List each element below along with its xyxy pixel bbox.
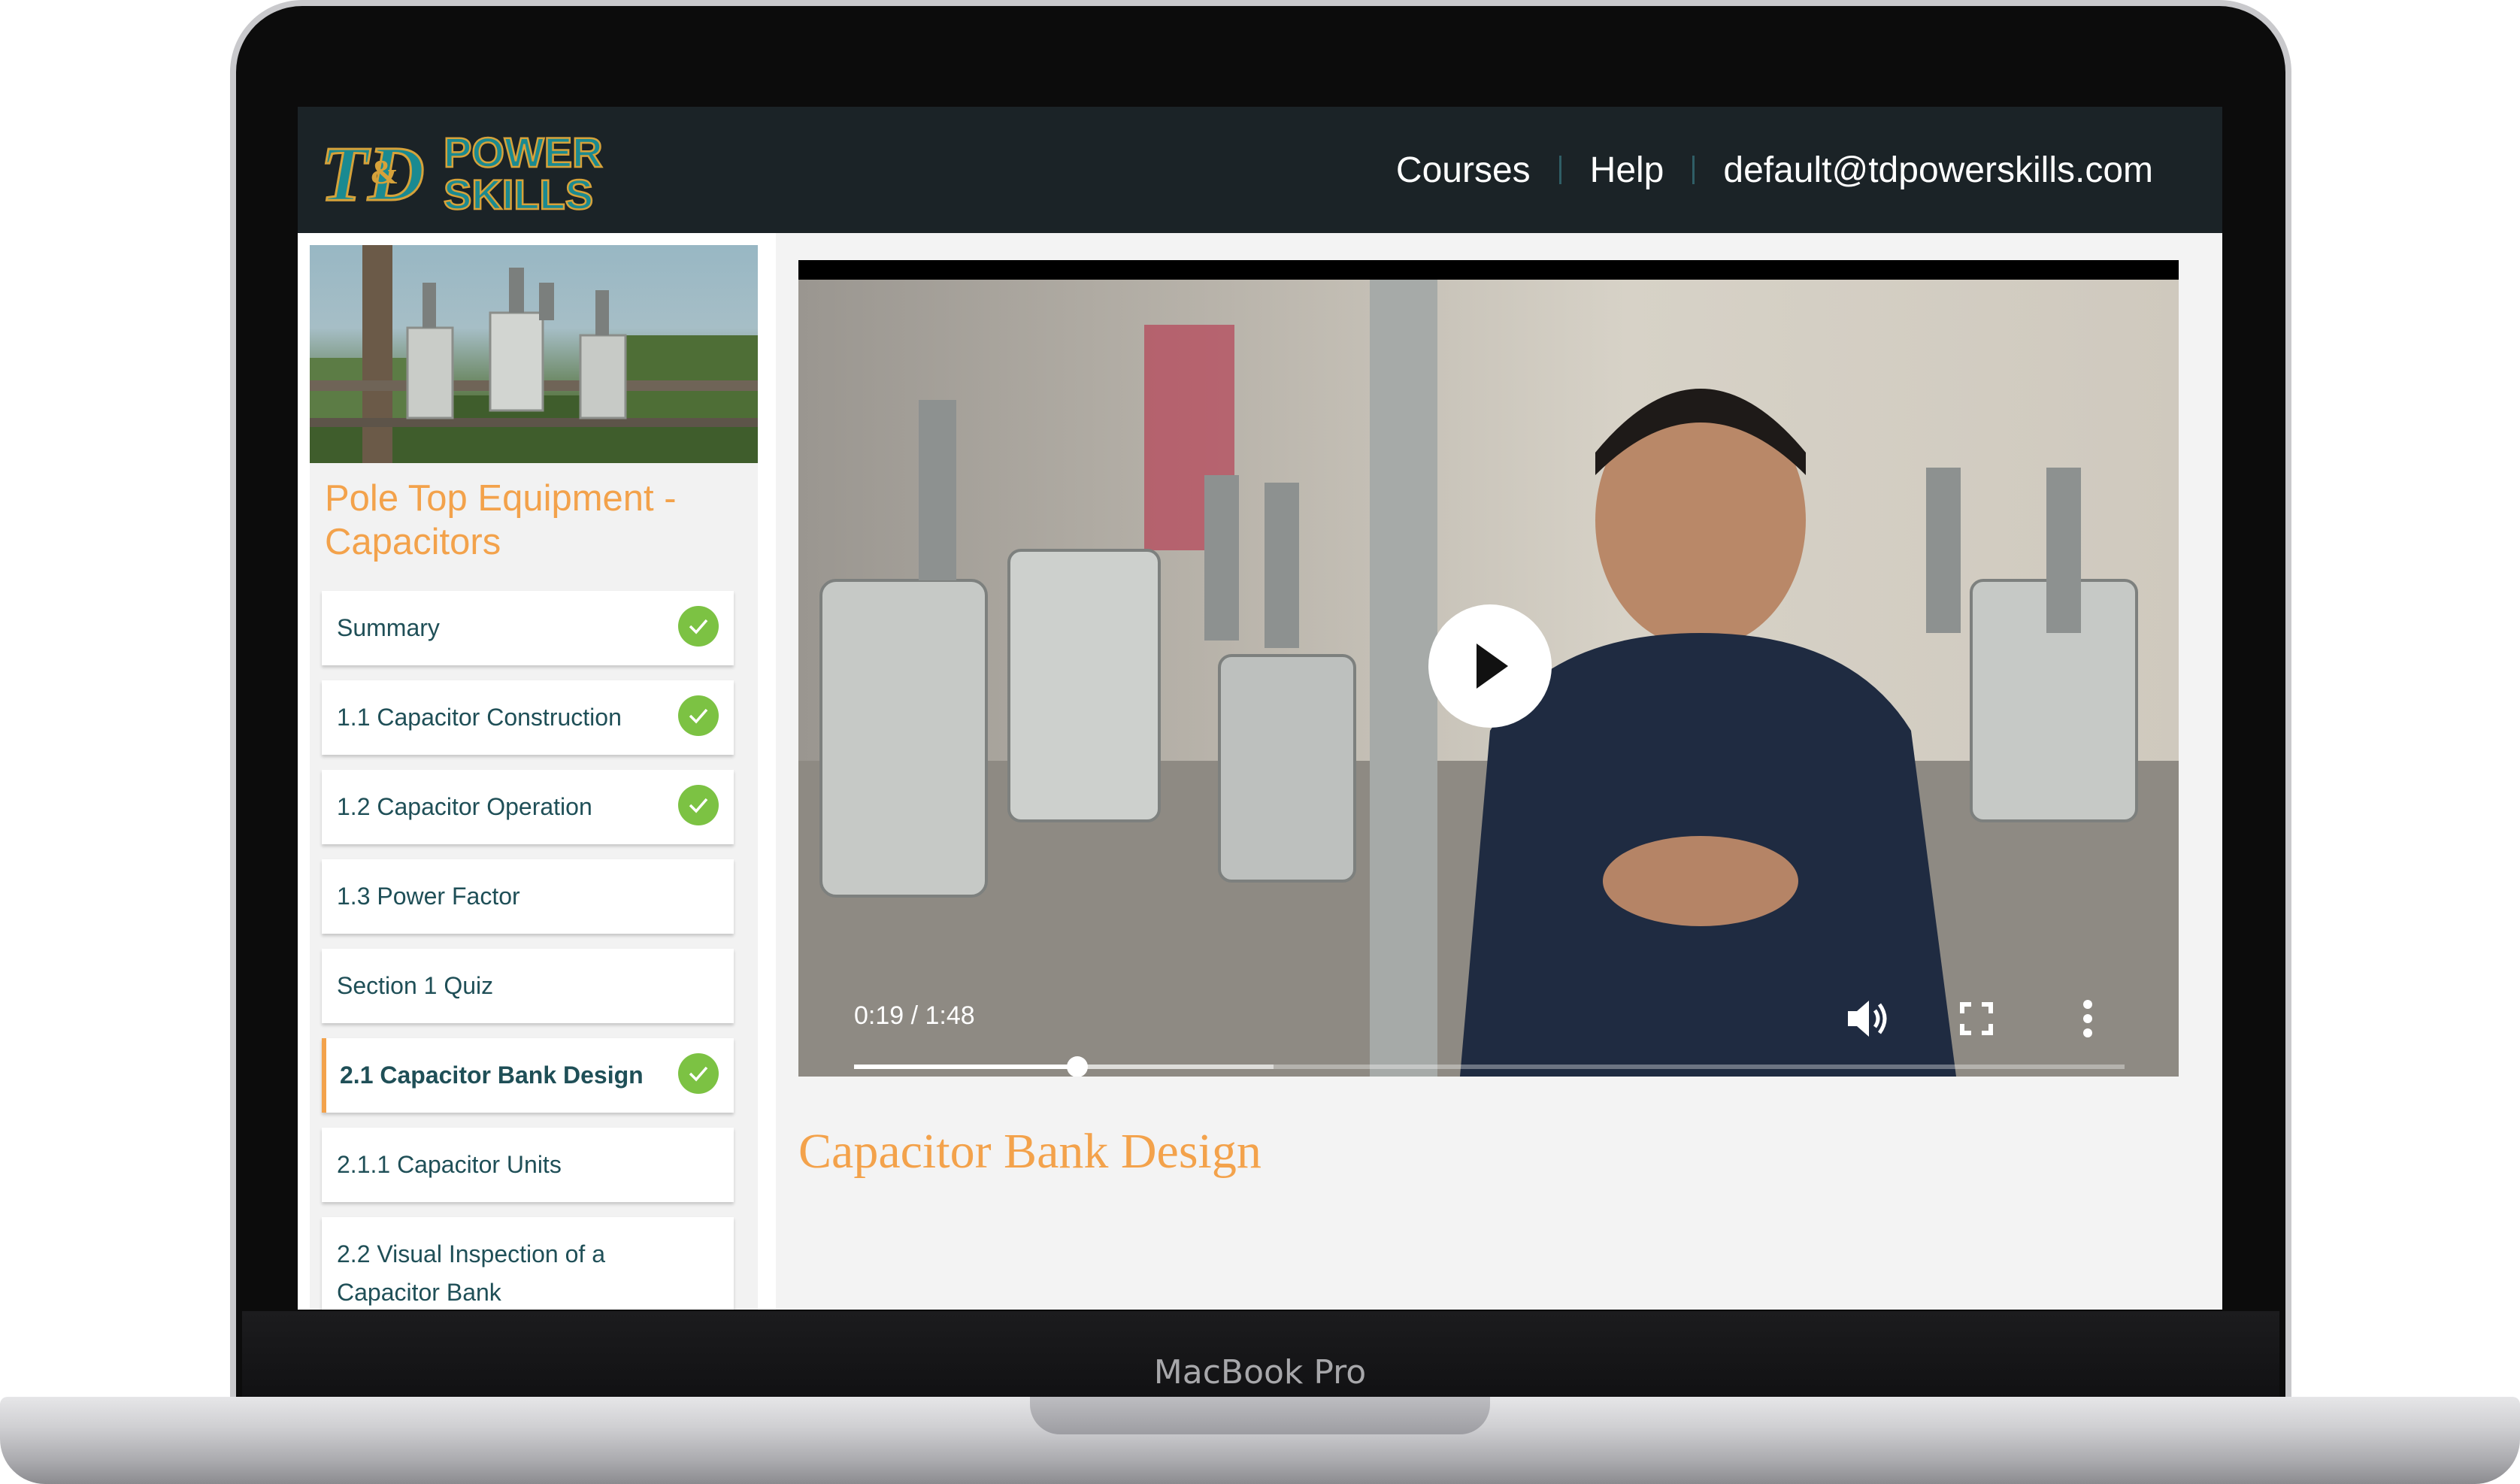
- volume-icon[interactable]: [1840, 992, 1893, 1045]
- laptop-notch: [1030, 1397, 1490, 1434]
- nav-help-link[interactable]: Help: [1590, 150, 1664, 191]
- sidebar-divider: [770, 233, 776, 1310]
- course-thumbnail-image: [310, 245, 758, 463]
- nav-divider: [1558, 156, 1561, 184]
- lesson-item[interactable]: Summary: [322, 591, 734, 665]
- screen: TD & POWER SKILLS Courses Help default@t…: [298, 107, 2222, 1310]
- top-nav: TD & POWER SKILLS Courses Help default@t…: [298, 107, 2222, 233]
- nav-account-link[interactable]: default@tdpowerskills.com: [1723, 150, 2153, 191]
- video-player[interactable]: 0:19 / 1:48: [798, 260, 2179, 1077]
- completed-check-icon: [678, 1053, 719, 1094]
- completed-check-icon: [678, 695, 719, 736]
- play-icon: [1477, 644, 1508, 689]
- lesson-item[interactable]: 1.1 Capacitor Construction: [322, 680, 734, 755]
- lesson-label: 2.1 Capacitor Bank Design: [340, 1062, 644, 1089]
- lesson-label: 1.3 Power Factor: [337, 883, 520, 910]
- logo-text-power: POWER: [444, 129, 603, 176]
- sidebar-panel: Pole Top Equipment - Capacitors Summary 1…: [310, 245, 758, 1310]
- lesson-item[interactable]: 2.1 Capacitor Bank Design: [322, 1038, 734, 1113]
- lesson-title: Capacitor Bank Design: [798, 1124, 1262, 1179]
- video-frame[interactable]: 0:19 / 1:48: [798, 280, 2179, 1077]
- lesson-item[interactable]: Section 1 Quiz: [322, 949, 734, 1023]
- capacitor-pole-illustration: [310, 245, 758, 463]
- brand-logo[interactable]: TD & POWER SKILLS: [316, 125, 647, 215]
- lesson-label: Summary: [337, 614, 440, 641]
- lesson-label: Section 1 Quiz: [337, 972, 494, 999]
- play-button[interactable]: [1428, 604, 1552, 728]
- progress-scrubber-handle[interactable]: [1067, 1056, 1089, 1077]
- more-options-icon[interactable]: [2061, 992, 2114, 1045]
- lesson-item[interactable]: 2.1.1 Capacitor Units: [322, 1128, 734, 1202]
- course-title: Pole Top Equipment - Capacitors: [325, 478, 677, 562]
- lesson-label: 1.2 Capacitor Operation: [337, 793, 592, 820]
- lesson-list: Summary 1.1 Capacitor Construction 1.2 Cap…: [322, 591, 734, 1310]
- progress-played: [854, 1065, 1078, 1069]
- nav-divider: [1692, 156, 1695, 184]
- course-sidebar: Pole Top Equipment - Capacitors Summary 1…: [298, 233, 770, 1310]
- lesson-label: 1.1 Capacitor Construction: [337, 704, 622, 731]
- svg-text:&: &: [370, 153, 398, 191]
- time-readout: 0:19 / 1:48: [854, 1001, 975, 1030]
- lesson-item[interactable]: 1.3 Power Factor: [322, 859, 734, 934]
- lesson-item[interactable]: 1.2 Capacitor Operation: [322, 770, 734, 844]
- device-label: MacBook Pro: [1153, 1353, 1367, 1392]
- fullscreen-icon[interactable]: [1950, 992, 2003, 1045]
- lesson-label: 2.2 Visual Inspection of a Capacitor Ban…: [337, 1240, 605, 1306]
- lesson-item[interactable]: 2.2 Visual Inspection of a Capacitor Ban…: [322, 1217, 734, 1310]
- completed-check-icon: [678, 785, 719, 825]
- logo-text-skills: SKILLS: [444, 171, 593, 215]
- completed-check-icon: [678, 606, 719, 647]
- lesson-label: 2.1.1 Capacitor Units: [337, 1151, 562, 1178]
- nav-links: Courses Help default@tdpowerskills.com: [1396, 107, 2153, 233]
- progress-bar[interactable]: [854, 1056, 2125, 1077]
- nav-courses-link[interactable]: Courses: [1396, 150, 1531, 191]
